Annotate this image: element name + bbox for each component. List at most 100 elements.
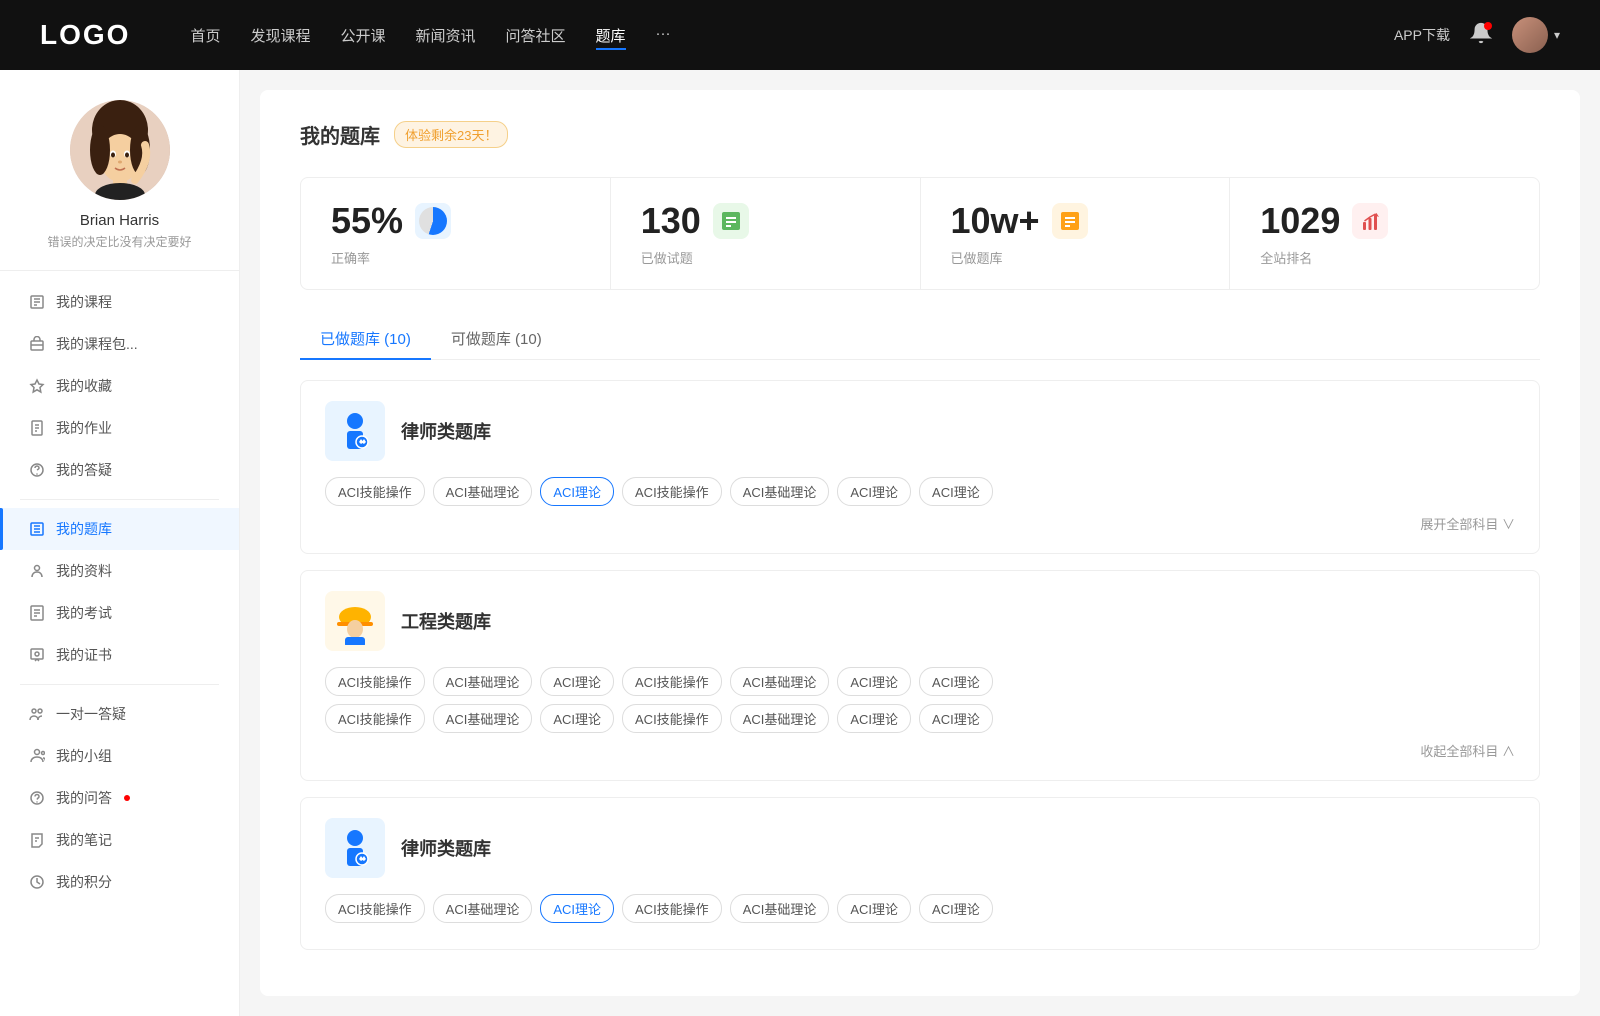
sidebar-label-question: 我的问答 (56, 788, 112, 808)
tag-3-5[interactable]: ACI理论 (837, 894, 911, 923)
logo: LOGO (40, 19, 130, 51)
tag-2-3[interactable]: ACI技能操作 (622, 667, 722, 696)
sidebar-item-qbank[interactable]: 我的题库 (0, 508, 239, 550)
nav-qbank[interactable]: 题库 (596, 21, 626, 50)
question-icon (28, 789, 46, 807)
stat-accuracy: 55% 正确率 (301, 178, 611, 289)
qbank-tags-2b: ACI技能操作 ACI基础理论 ACI理论 ACI技能操作 ACI基础理论 AC… (325, 704, 1515, 733)
sidebar-item-question[interactable]: 我的问答 (0, 777, 239, 819)
stat-done-q-value: 130 (641, 200, 701, 242)
package-icon (28, 335, 46, 353)
tag-3-3[interactable]: ACI技能操作 (622, 894, 722, 923)
qbank-tags-2a: ACI技能操作 ACI基础理论 ACI理论 ACI技能操作 ACI基础理论 AC… (325, 667, 1515, 696)
tag-2b-2[interactable]: ACI理论 (540, 704, 614, 733)
stat-rank-value: 1029 (1260, 200, 1340, 242)
sidebar-item-group[interactable]: 我的小组 (0, 735, 239, 777)
oneone-icon (28, 705, 46, 723)
tag-2-2[interactable]: ACI理论 (540, 667, 614, 696)
notification-dot (1484, 22, 1492, 30)
stat-done-b-label: 已做题库 (951, 248, 1200, 267)
sidebar-item-homework[interactable]: 我的作业 (0, 407, 239, 449)
tag-1-2[interactable]: ACI理论 (540, 477, 614, 506)
sidebar-label-course: 我的课程 (56, 292, 112, 312)
tag-2b-4[interactable]: ACI基础理论 (730, 704, 830, 733)
info-icon (28, 562, 46, 580)
tag-2b-1[interactable]: ACI基础理论 (433, 704, 533, 733)
stat-accuracy-label: 正确率 (331, 248, 580, 267)
profile-name: Brian Harris (80, 212, 159, 229)
sidebar-item-qa[interactable]: 我的答疑 (0, 449, 239, 491)
nav-news[interactable]: 新闻资讯 (416, 21, 476, 50)
exam-icon (28, 604, 46, 622)
trial-badge: 体验剩余23天！ (394, 121, 508, 148)
profile-avatar (70, 100, 170, 200)
nav-right: APP下载 ▾ (1394, 17, 1560, 53)
expand-link-2[interactable]: 收起全部科目 ∧ (325, 741, 1515, 760)
star-icon (28, 377, 46, 395)
profile-area: Brian Harris 错误的决定比没有决定要好 (0, 100, 239, 271)
chevron-down-icon: ▾ (1554, 28, 1560, 42)
sidebar-label-collect: 我的收藏 (56, 376, 112, 396)
app-download-link[interactable]: APP下载 (1394, 25, 1450, 45)
tag-2b-6[interactable]: ACI理论 (919, 704, 993, 733)
nav-open-course[interactable]: 公开课 (340, 21, 385, 50)
lawyer-icon-1 (325, 401, 385, 461)
tag-1-6[interactable]: ACI理论 (919, 477, 993, 506)
sidebar-item-points[interactable]: 我的积分 (0, 861, 239, 903)
tab-done[interactable]: 已做题库 (10) (300, 318, 431, 359)
expand-link-1[interactable]: 展开全部科目 ∨ (325, 514, 1515, 533)
sidebar-label-group: 我的小组 (56, 746, 112, 766)
user-avatar-menu[interactable]: ▾ (1512, 17, 1560, 53)
homework-icon (28, 419, 46, 437)
tag-3-1[interactable]: ACI基础理论 (433, 894, 533, 923)
tag-2-5[interactable]: ACI理论 (837, 667, 911, 696)
tag-2b-3[interactable]: ACI技能操作 (622, 704, 722, 733)
tag-1-1[interactable]: ACI基础理论 (433, 477, 533, 506)
tag-2-0[interactable]: ACI技能操作 (325, 667, 425, 696)
nav-qa[interactable]: 问答社区 (506, 21, 566, 50)
tag-2b-5[interactable]: ACI理论 (837, 704, 911, 733)
sidebar-item-cert[interactable]: 我的证书 (0, 634, 239, 676)
qbank-card-header-1: 律师类题库 (325, 401, 1515, 461)
tag-3-0[interactable]: ACI技能操作 (325, 894, 425, 923)
sidebar-item-package[interactable]: 我的课程包... (0, 323, 239, 365)
points-icon (28, 873, 46, 891)
sidebar-item-notes[interactable]: 我的笔记 (0, 819, 239, 861)
qa-icon (28, 461, 46, 479)
sidebar-item-exam[interactable]: 我的考试 (0, 592, 239, 634)
sidebar-item-collect[interactable]: 我的收藏 (0, 365, 239, 407)
tag-1-0[interactable]: ACI技能操作 (325, 477, 425, 506)
sidebar-item-oneone[interactable]: 一对一答疑 (0, 693, 239, 735)
tag-2-6[interactable]: ACI理论 (919, 667, 993, 696)
nav-more[interactable]: ··· (656, 21, 671, 50)
tag-3-2[interactable]: ACI理论 (540, 894, 614, 923)
qbank-title-2: 工程类题库 (401, 608, 491, 634)
tag-1-5[interactable]: ACI理论 (837, 477, 911, 506)
qbank-tags-3: ACI技能操作 ACI基础理论 ACI理论 ACI技能操作 ACI基础理论 AC… (325, 894, 1515, 923)
tag-1-3[interactable]: ACI技能操作 (622, 477, 722, 506)
group-icon (28, 747, 46, 765)
sidebar-label-qa: 我的答疑 (56, 460, 112, 480)
nav-home[interactable]: 首页 (190, 21, 220, 50)
tab-available[interactable]: 可做题库 (10) (431, 318, 562, 359)
stat-rank: 1029 全站排名 (1230, 178, 1539, 289)
sidebar-label-oneone: 一对一答疑 (56, 704, 126, 724)
sidebar-item-course[interactable]: 我的课程 (0, 281, 239, 323)
tag-3-4[interactable]: ACI基础理论 (730, 894, 830, 923)
profile-motto: 错误的决定比没有决定要好 (47, 233, 191, 250)
sidebar: Brian Harris 错误的决定比没有决定要好 我的课程 我的课程包... … (0, 70, 240, 1016)
notification-bell[interactable] (1470, 22, 1492, 49)
sidebar-label-info: 我的资料 (56, 561, 112, 581)
nav-discover[interactable]: 发现课程 (250, 21, 310, 50)
sidebar-item-info[interactable]: 我的资料 (0, 550, 239, 592)
tag-2-1[interactable]: ACI基础理论 (433, 667, 533, 696)
tag-3-6[interactable]: ACI理论 (919, 894, 993, 923)
sidebar-label-notes: 我的笔记 (56, 830, 112, 850)
qbank-card-engineer: 工程类题库 ACI技能操作 ACI基础理论 ACI理论 ACI技能操作 ACI基… (300, 570, 1540, 781)
sidebar-label-package: 我的课程包... (56, 334, 138, 354)
tag-1-4[interactable]: ACI基础理论 (730, 477, 830, 506)
tag-2-4[interactable]: ACI基础理论 (730, 667, 830, 696)
tag-2b-0[interactable]: ACI技能操作 (325, 704, 425, 733)
qbank-card-lawyer1: 律师类题库 ACI技能操作 ACI基础理论 ACI理论 ACI技能操作 ACI基… (300, 380, 1540, 554)
sidebar-divider-1 (20, 499, 219, 500)
